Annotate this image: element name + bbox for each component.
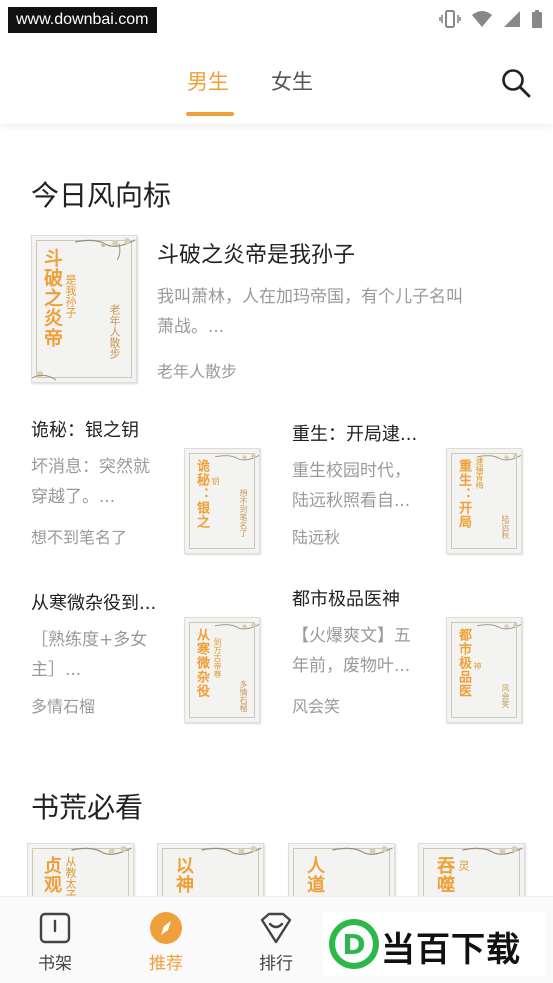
top-tab-bar: 男生 女生 — [0, 38, 553, 124]
cover-author: 陆远秋 — [501, 515, 510, 539]
must-read-cover[interactable]: 吞噬 灵 — [418, 843, 525, 903]
grid-book-cover[interactable]: 从寒微杂役 到万古帝尊 多情石榴 — [184, 617, 260, 723]
status-icons — [439, 9, 543, 33]
site-watermark: www.downbai.com — [8, 7, 157, 33]
desc-line: 年前，废物叶... — [292, 656, 411, 676]
cover-subtitle: 到万古帝尊 — [213, 638, 222, 678]
featured-book-title[interactable]: 斗破之炎帝是我孙子 — [157, 237, 355, 269]
must-read-cover[interactable]: 人道 — [288, 843, 395, 903]
flower-decoration-icon — [214, 453, 259, 461]
tab-female[interactable]: 女生 — [271, 66, 313, 96]
logo-d-icon: D — [329, 919, 379, 969]
featured-book-author: 老年人散步 — [157, 362, 238, 381]
desc-line: 陆远秋照看自... — [292, 491, 411, 511]
desc-line: ［熟练度+多女 — [31, 630, 148, 650]
cover-author: 想不到笔名了 — [239, 489, 248, 537]
grid-book-desc: 坏消息：突然就 穿越了。... — [31, 452, 150, 512]
desc-line: 主］... — [31, 660, 82, 680]
cover-title: 都市极品医 — [456, 628, 471, 698]
cover-title: 从寒微杂役 — [194, 628, 209, 698]
nav-label: 书架 — [38, 954, 72, 974]
cover-author: 风会笑 — [501, 684, 510, 708]
desc-line: 穿越了。... — [31, 487, 116, 507]
search-icon — [502, 69, 531, 98]
cover-author: 老年人散步 — [108, 304, 121, 359]
grid-book-cover[interactable]: 都市极品医 神 风会笑 — [446, 617, 522, 723]
bookshelf-icon — [39, 912, 71, 944]
featured-book-desc: 我叫萧林，人在加玛帝国，有个儿子名叫 萧战。... — [157, 282, 527, 342]
grid-book-title[interactable]: 从寒微杂役到... — [31, 589, 156, 615]
vibrate-icon — [439, 9, 461, 33]
ranking-icon — [260, 912, 292, 944]
cover-author: 多情石榴 — [239, 680, 248, 712]
section-title-must-read: 书荒必看 — [31, 791, 144, 824]
grid-book-author: 想不到笔名了 — [31, 528, 128, 547]
grid-book-author: 陆远秋 — [292, 528, 341, 547]
desc-line: 重生校园时代， — [292, 461, 411, 481]
status-bar: www.downbai.com — [0, 0, 553, 38]
battery-icon — [531, 9, 543, 33]
cover-subtitle: 从教太子 — [64, 856, 77, 900]
grid-book-title[interactable]: 诡秘：银之钥 — [31, 416, 139, 442]
search-button[interactable] — [499, 66, 533, 100]
desc-line: 【火爆爽文】五 — [292, 626, 411, 646]
cover-title: 以神 — [173, 856, 194, 894]
grid-book-cover[interactable]: 重生：开局 逮捕青梅 陆远秋 — [446, 448, 522, 554]
grid-book-cover[interactable]: 诡秘：银之 钥 想不到笔名了 — [184, 448, 260, 554]
cover-subtitle: 是我孙子 — [64, 274, 77, 318]
signal-icon — [503, 10, 521, 32]
flower-decoration-icon — [201, 846, 262, 855]
flower-decoration-icon — [332, 846, 393, 855]
cover-title: 重生：开局 — [456, 459, 471, 529]
must-read-cover[interactable]: 以神 — [157, 843, 264, 903]
logo-letter: D — [342, 928, 365, 961]
desc-line: 我叫萧林，人在加玛帝国，有个儿子名叫 — [157, 287, 463, 307]
nav-label: 推荐 — [149, 954, 183, 974]
desc-line: 坏消息：突然就 — [31, 457, 150, 477]
logo-text: 当百下载 — [381, 930, 521, 970]
grid-book-desc: 重生校园时代， 陆远秋照看自... — [292, 456, 411, 516]
cover-title: 贞观 — [41, 856, 62, 894]
grid-book-title[interactable]: 都市极品医神 — [292, 585, 400, 611]
cover-title: 诡秘：银之 — [194, 459, 209, 529]
grid-book-author: 多情石榴 — [31, 697, 96, 716]
site-logo-watermark: D 当百下载 — [323, 912, 545, 976]
flower-decoration-icon — [74, 238, 136, 261]
must-read-cover[interactable]: 贞观 从教太子 — [27, 843, 134, 903]
compass-icon — [150, 912, 182, 944]
grid-book-desc: 【火爆爽文】五 年前，废物叶... — [292, 621, 411, 681]
cover-subtitle: 逮捕青梅 — [475, 457, 484, 489]
active-tab-indicator — [186, 112, 234, 116]
cover-title: 吞噬 — [434, 856, 455, 894]
flower-decoration-icon — [71, 846, 132, 855]
section-title-today: 今日风向标 — [31, 179, 172, 212]
grid-book-author: 风会笑 — [292, 697, 341, 716]
cover-title: 人道 — [304, 856, 325, 894]
cover-subtitle: 钥 — [211, 477, 220, 485]
flower-decoration-icon — [32, 371, 57, 381]
desc-line: 萧战。... — [157, 317, 225, 337]
featured-book-cover[interactable]: 斗破之炎帝 是我孙子 老年人散步 — [31, 235, 137, 383]
tab-male[interactable]: 男生 — [187, 66, 229, 96]
flower-decoration-icon — [476, 622, 521, 630]
grid-book-title[interactable]: 重生：开局逮... — [292, 420, 417, 446]
nav-label: 排行 — [259, 954, 293, 974]
wifi-icon — [471, 10, 493, 32]
cover-subtitle: 神 — [473, 662, 482, 670]
cover-subtitle: 灵 — [457, 860, 470, 871]
grid-book-desc: ［熟练度+多女 主］... — [31, 625, 147, 685]
